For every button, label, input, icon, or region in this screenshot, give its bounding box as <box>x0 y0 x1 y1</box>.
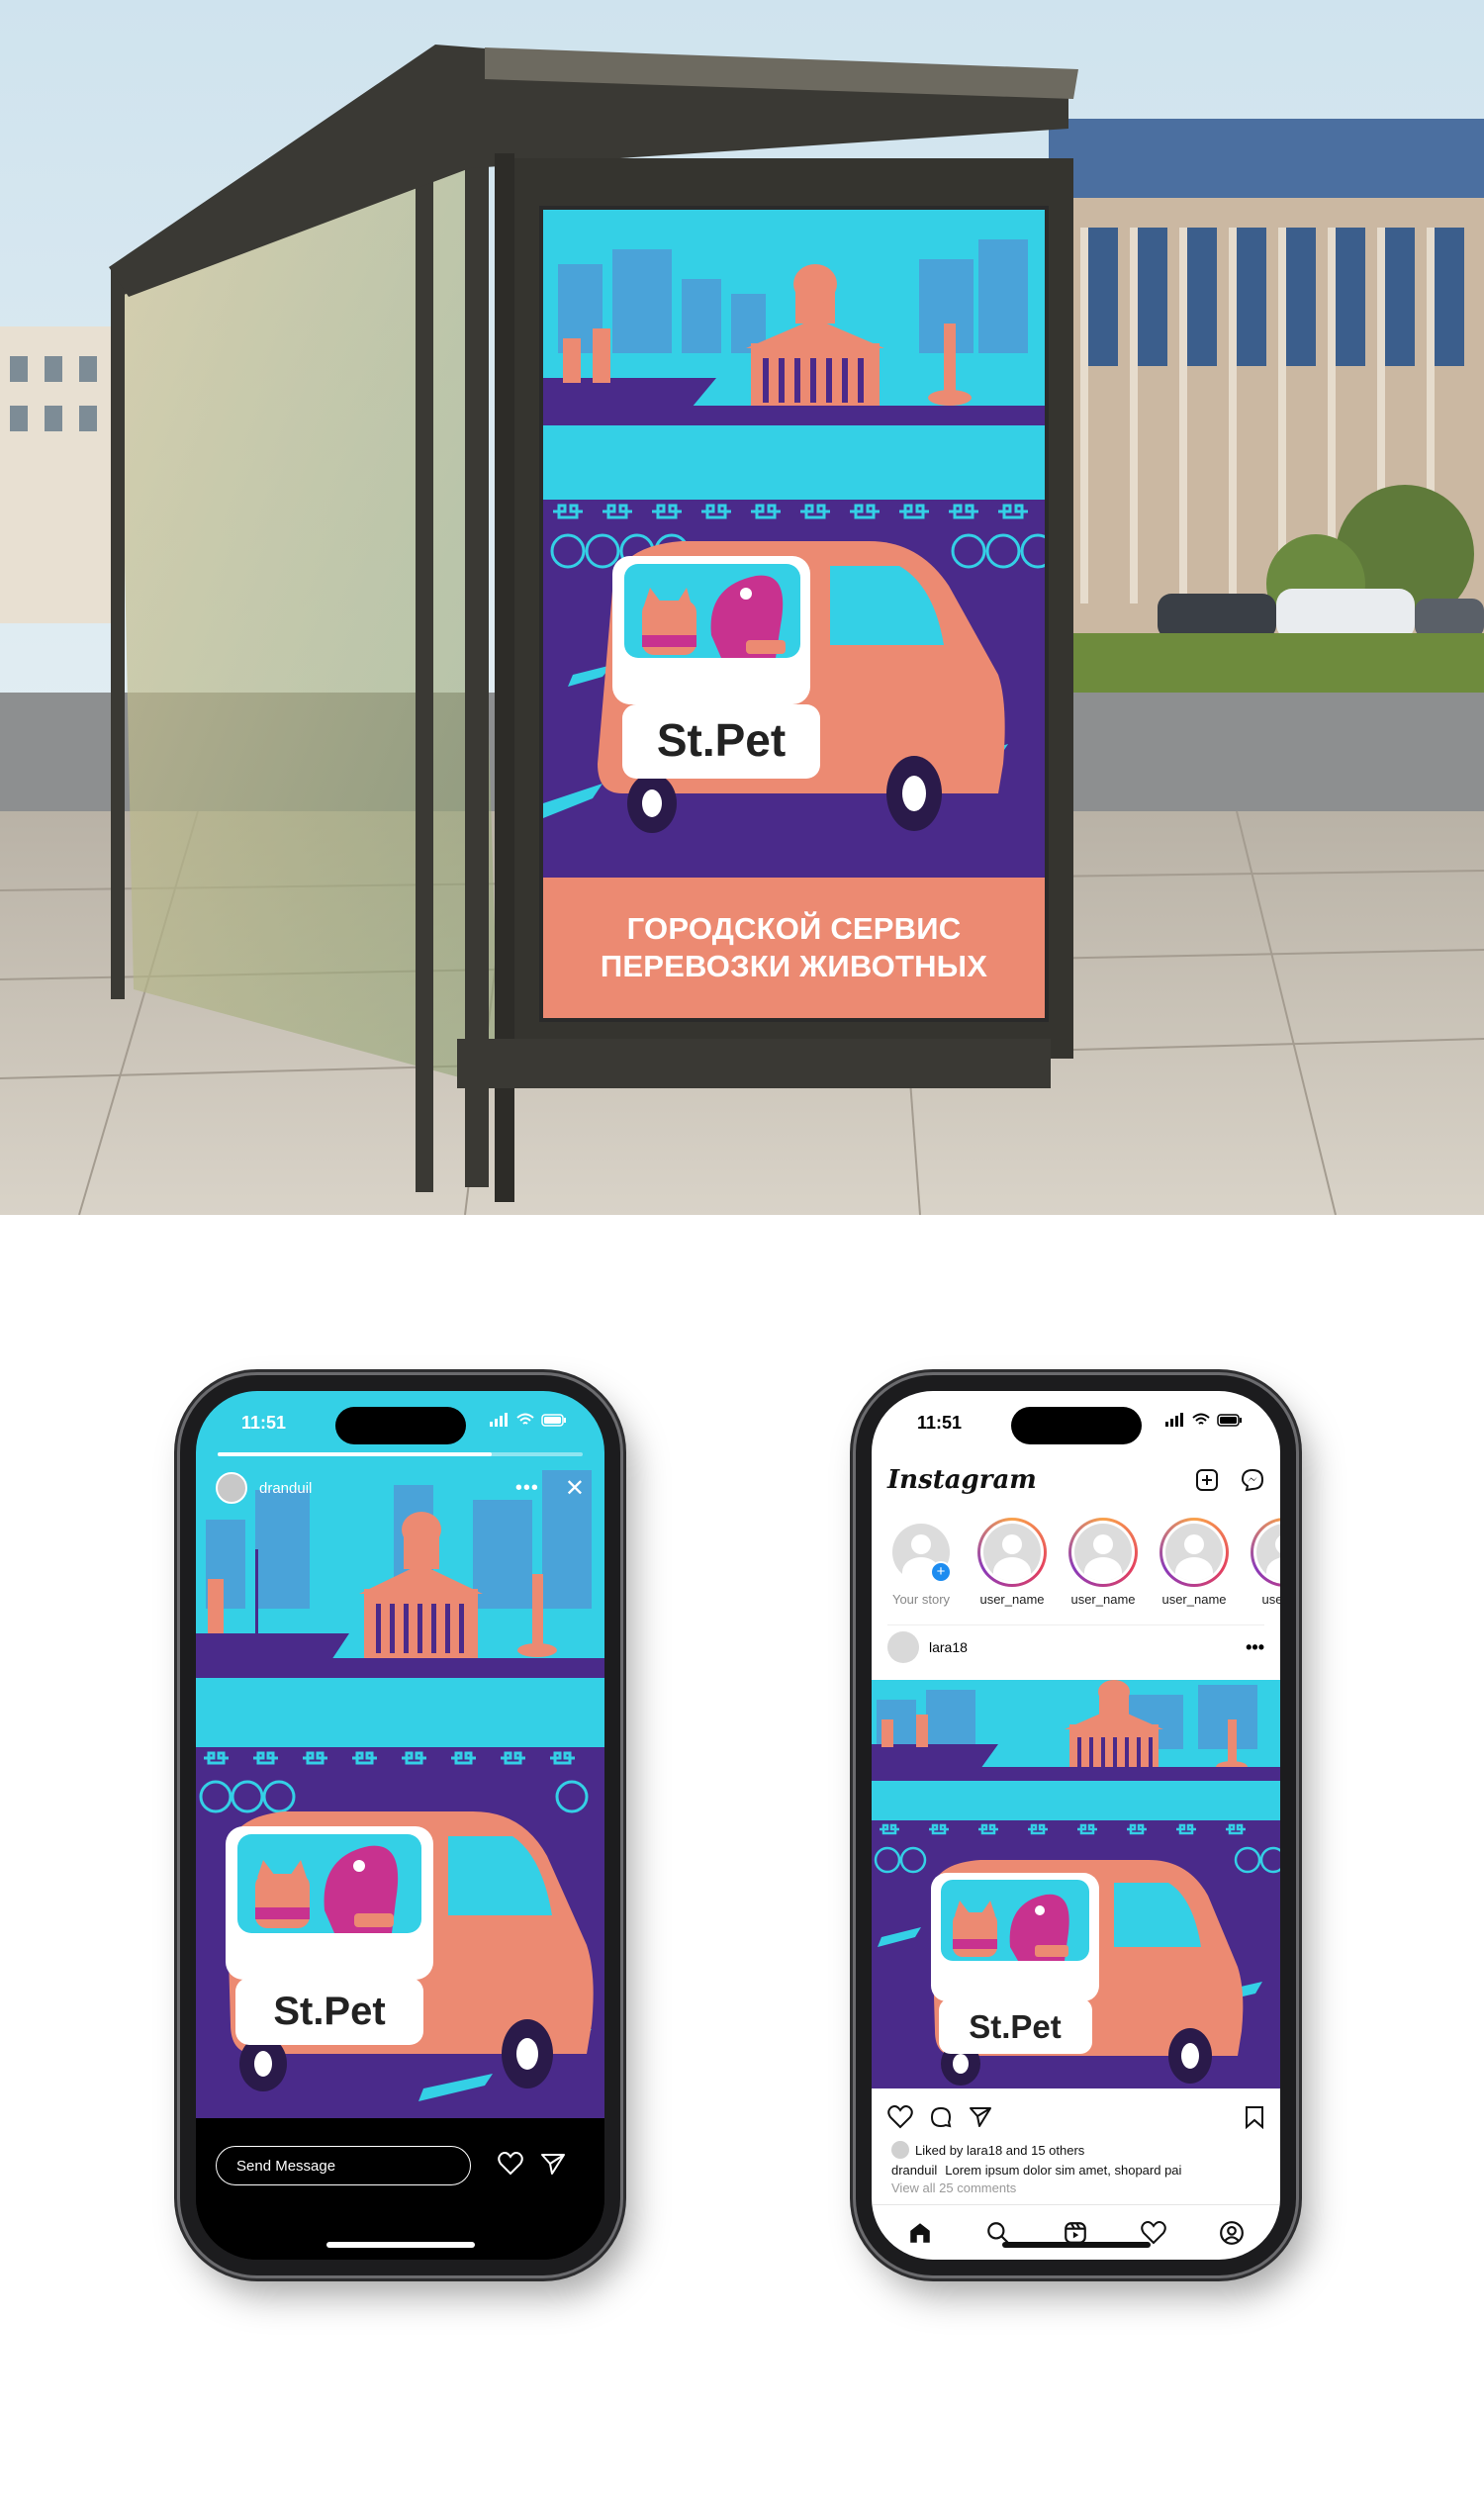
messenger-icon[interactable] <box>1241 1468 1264 1492</box>
story-avatar[interactable] <box>216 1472 247 1504</box>
view-comments-link[interactable]: View all 25 comments <box>891 2180 1016 2195</box>
home-indicator <box>1001 2242 1151 2248</box>
post-avatar[interactable] <box>887 1631 919 1663</box>
post-image[interactable]: St.Pet <box>872 1680 1280 2088</box>
caption-username[interactable]: dranduil <box>891 2163 937 2178</box>
bus-stop-mockup: St.Pet ГОРОДСКОЙ СЕРВИС ПЕРЕВОЗКИ ЖИВОТН… <box>0 0 1484 1215</box>
story-avatar: + <box>892 1524 952 1587</box>
close-icon[interactable]: ✕ <box>565 1474 585 1503</box>
story-ring: + <box>886 1518 956 1587</box>
more-options-icon[interactable]: ••• <box>515 1477 539 1500</box>
poster-illustration: St.Pet <box>543 210 1045 878</box>
story-ring <box>1251 1518 1280 1587</box>
post-author[interactable]: lara18 <box>929 1639 968 1655</box>
status-time: 11:51 <box>917 1413 963 1433</box>
post-actions <box>887 2101 1264 2133</box>
story-avatar <box>1165 1524 1223 1581</box>
story-username[interactable]: dranduil <box>259 1480 312 1497</box>
battery-icon <box>1217 1413 1242 1427</box>
dynamic-island <box>334 1407 466 1444</box>
story-label: Your story <box>891 1592 951 1607</box>
story-phone: 11:51 St.Pet dranduil ••• ✕ Send Message <box>180 1375 620 2275</box>
heart-icon[interactable] <box>498 2152 523 2176</box>
signal-icon <box>490 1413 508 1427</box>
share-icon[interactable] <box>969 2105 992 2129</box>
headline-line-1: ГОРОДСКОЙ СЕРВИС <box>626 911 962 946</box>
story-ring <box>977 1518 1047 1587</box>
liker-avatar <box>891 2141 909 2159</box>
send-message-input[interactable]: Send Message <box>216 2146 471 2185</box>
poster-brand: St.Pet <box>657 714 786 766</box>
dynamic-island <box>1010 1407 1142 1444</box>
feed-phone: 11:51 Instagram + Your story user_name user… <box>856 1375 1296 2275</box>
story-screen: 11:51 St.Pet dranduil ••• ✕ Send Message <box>196 1391 604 2260</box>
signal-icon <box>1165 1413 1183 1427</box>
story-item[interactable]: user_na <box>1246 1518 1280 1607</box>
story-ring <box>1068 1518 1138 1587</box>
story-label: user_name <box>1070 1592 1136 1607</box>
home-indicator <box>325 2242 475 2248</box>
status-time: 11:51 <box>241 1413 287 1433</box>
post-more-icon[interactable]: ••• <box>1246 1637 1264 1658</box>
wifi-icon <box>516 1413 534 1425</box>
instagram-logo: Instagram <box>887 1465 1037 1495</box>
wifi-icon <box>1192 1413 1210 1425</box>
story-label: user_na <box>1261 1592 1281 1607</box>
story-reply-bar: Send Message <box>196 2118 604 2260</box>
post-caption: dranduil Lorem ipsum dolor sim amet, shop… <box>891 2163 1181 2178</box>
comment-icon[interactable] <box>929 2105 953 2129</box>
story-brand: St.Pet <box>273 1990 385 2033</box>
profile-icon[interactable] <box>1219 2220 1245 2246</box>
home-icon[interactable] <box>907 2220 933 2246</box>
post-header: lara18 ••• <box>887 1624 1264 1669</box>
bottom-tab-bar <box>872 2204 1280 2260</box>
send-icon[interactable] <box>540 2152 566 2176</box>
story-progress-bar <box>218 1452 583 1456</box>
story-ring <box>1159 1518 1229 1587</box>
post-brand: St.Pet <box>969 2008 1062 2045</box>
story-avatar <box>1074 1524 1132 1581</box>
battery-icon <box>541 1413 566 1427</box>
poster: St.Pet ГОРОДСКОЙ СЕРВИС ПЕРЕВОЗКИ ЖИВОТН… <box>539 206 1049 1022</box>
story-header: dranduil ••• ✕ <box>216 1468 585 1508</box>
stories-row: + Your story user_name user_name user_name us… <box>881 1518 1280 1607</box>
feed-screen: 11:51 Instagram + Your story user_name user… <box>872 1391 1280 2260</box>
story-avatar <box>983 1524 1041 1581</box>
poster-headline: ГОРОДСКОЙ СЕРВИС ПЕРЕВОЗКИ ЖИВОТНЫХ <box>543 878 1045 1018</box>
post-illustration: St.Pet <box>872 1680 1280 2088</box>
likes-row: Liked by lara18 and 15 others <box>891 2141 1084 2159</box>
add-post-icon[interactable] <box>1195 1468 1219 1492</box>
story-item[interactable]: user_name <box>1064 1518 1143 1607</box>
bookmark-icon[interactable] <box>1245 2105 1264 2129</box>
story-avatar <box>1256 1524 1280 1581</box>
story-progress-fill <box>218 1452 492 1456</box>
like-heart-icon[interactable] <box>887 2105 913 2129</box>
your-story[interactable]: + Your story <box>881 1518 961 1607</box>
add-story-icon[interactable]: + <box>930 1561 952 1583</box>
headline-line-2: ПЕРЕВОЗКИ ЖИВОТНЫХ <box>600 949 988 983</box>
story-label: user_name <box>1161 1592 1227 1607</box>
story-label: user_name <box>979 1592 1045 1607</box>
app-header: Instagram <box>887 1458 1264 1502</box>
caption-text: Lorem ipsum dolor sim amet, shopard pai <box>945 2163 1182 2178</box>
likes-text[interactable]: Liked by lara18 and 15 others <box>915 2143 1084 2158</box>
story-item[interactable]: user_name <box>1155 1518 1234 1607</box>
story-item[interactable]: user_name <box>973 1518 1052 1607</box>
